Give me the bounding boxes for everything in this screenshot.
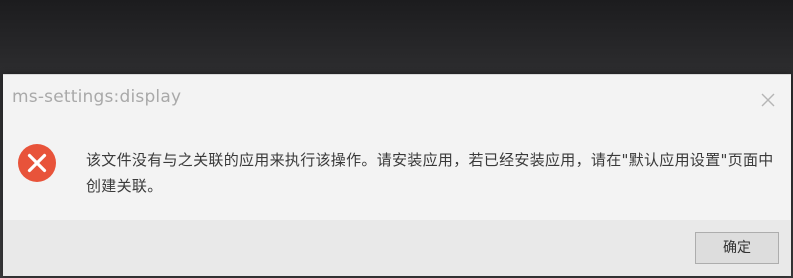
dialog-title: ms-settings:display <box>12 87 182 107</box>
ok-button[interactable]: 确定 <box>695 232 779 264</box>
dialog-message: 该文件没有与之关联的应用来执行该操作。请安装应用，若已经安装应用，请在"默认应用… <box>86 151 774 195</box>
dialog-footer: 确定 <box>3 220 791 276</box>
error-icon <box>17 143 57 183</box>
error-dialog: ms-settings:display 该文件没有与之关联的应用来执行该操作。请… <box>3 74 791 276</box>
close-icon[interactable] <box>759 91 777 109</box>
